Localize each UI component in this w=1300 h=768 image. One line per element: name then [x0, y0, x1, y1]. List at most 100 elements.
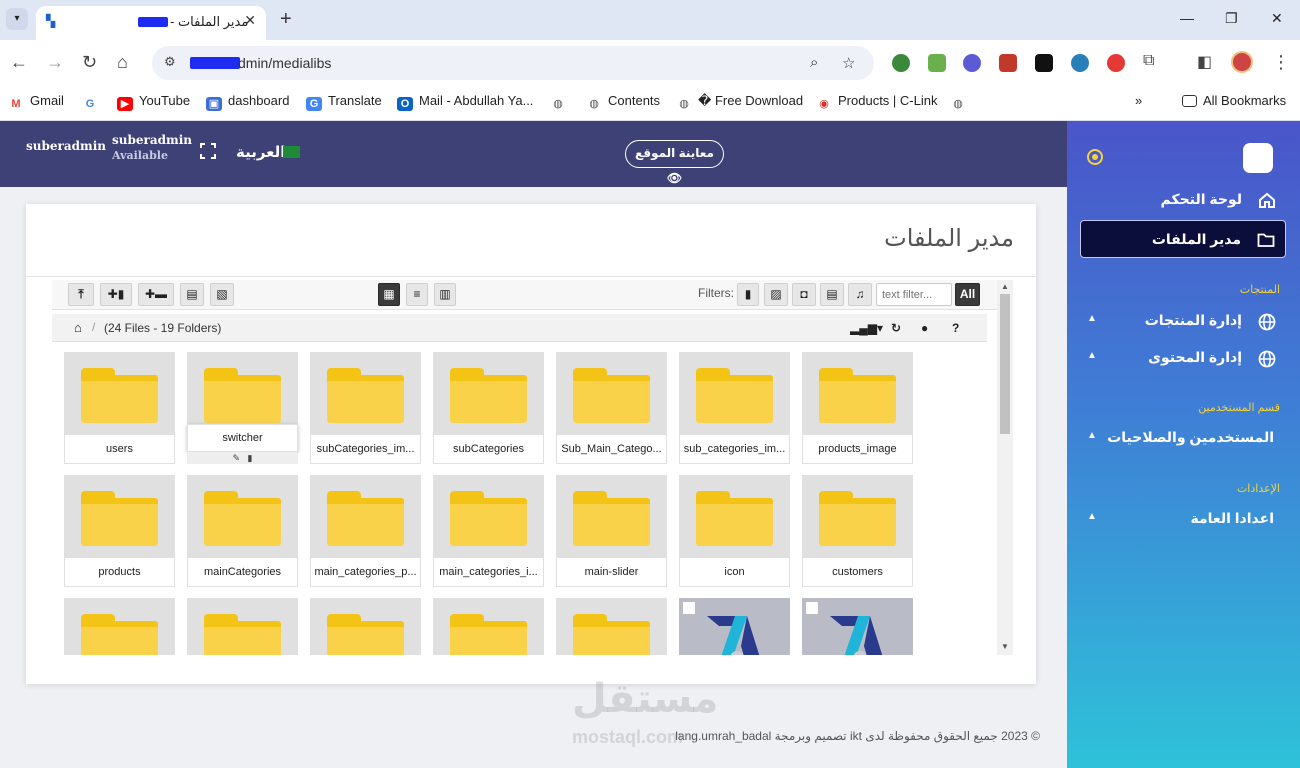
- folder-tile[interactable]: icon: [679, 475, 790, 587]
- edit-icon[interactable]: ✎: [232, 453, 240, 463]
- scrollbar-thumb[interactable]: [1000, 294, 1010, 434]
- bookmark-contents[interactable]: ◍ Contents: [586, 93, 660, 111]
- site-info-icon[interactable]: ⚙: [164, 54, 176, 70]
- extension-icon[interactable]: [1071, 54, 1089, 72]
- view-columns-button[interactable]: ▥: [434, 283, 456, 306]
- bookmark-globe[interactable]: ◍: [950, 93, 972, 111]
- extension-globe-icon[interactable]: [892, 54, 910, 72]
- all-bookmarks[interactable]: All Bookmarks: [1182, 93, 1286, 108]
- folder-tile[interactable]: [433, 598, 544, 655]
- tile-actions[interactable]: ✎ ▮: [187, 452, 298, 464]
- bookmark-star-icon[interactable]: ☆: [842, 54, 855, 72]
- profile-avatar[interactable]: [1231, 51, 1253, 73]
- zoom-icon[interactable]: ⌕: [810, 54, 818, 71]
- bookmark-translate[interactable]: G Translate: [306, 93, 382, 111]
- filter-all-button[interactable]: All: [955, 283, 980, 306]
- user-avatar[interactable]: suberadmin: [26, 139, 106, 153]
- refresh-icon[interactable]: ↻: [891, 321, 901, 335]
- home-icon[interactable]: ⌂: [74, 320, 82, 335]
- scroll-down-icon[interactable]: ▼: [1001, 642, 1009, 651]
- tab-close-icon[interactable]: ✕: [244, 12, 256, 29]
- address-bar[interactable]: ⚙ dmin/medialibs ⌕ ☆: [152, 46, 874, 80]
- folder-tile[interactable]: subCategories: [433, 352, 544, 464]
- filter-music-button[interactable]: ♫: [848, 283, 872, 306]
- upload-button[interactable]: ⤒: [68, 283, 94, 306]
- bookmark-free-download[interactable]: ◍ � Free Download: [676, 93, 803, 111]
- folder-tile[interactable]: main_categories_i...: [433, 475, 544, 587]
- extension-icon[interactable]: [1035, 54, 1053, 72]
- folder-tile[interactable]: [64, 598, 175, 655]
- view-list-button[interactable]: ≡: [406, 283, 428, 306]
- tab-search-button[interactable]: ▾: [6, 8, 28, 30]
- sort-icon[interactable]: ▂▄▆▾: [850, 321, 883, 335]
- extension-icon[interactable]: [999, 54, 1017, 72]
- sidebar-item-manage-products[interactable]: إدارة المنتجات ▲: [1081, 302, 1286, 340]
- folder-tile[interactable]: users: [64, 352, 175, 464]
- view-grid-button[interactable]: ▦: [378, 283, 400, 306]
- image-tile[interactable]: [679, 598, 790, 655]
- folder-tile[interactable]: Sub_Main_Catego...: [556, 352, 667, 464]
- folder-tile[interactable]: sub_categories_im...: [679, 352, 790, 464]
- folder-tile[interactable]: products_image: [802, 352, 913, 464]
- folder-tile[interactable]: main_categories_p...: [310, 475, 421, 587]
- bookmark-google[interactable]: G: [82, 93, 104, 111]
- extension-icon[interactable]: [963, 54, 981, 72]
- menu-kebab-icon[interactable]: ⋮: [1272, 52, 1290, 73]
- bookmarks-overflow-icon[interactable]: »: [1135, 93, 1142, 108]
- select-checkbox[interactable]: [805, 601, 819, 615]
- bookmark-products[interactable]: ◉ Products | C-Link: [816, 93, 937, 111]
- delete-icon[interactable]: ▮: [248, 453, 253, 463]
- fullscreen-icon[interactable]: [199, 142, 217, 160]
- home-icon[interactable]: ⌂: [117, 52, 128, 73]
- extensions-puzzle-icon[interactable]: ⧉: [1143, 52, 1154, 70]
- side-panel-icon[interactable]: ◧: [1197, 52, 1212, 72]
- text-filter-input[interactable]: [876, 283, 952, 306]
- restore-icon[interactable]: ❐: [1225, 10, 1238, 27]
- folder-tile[interactable]: main-slider: [556, 475, 667, 587]
- back-icon[interactable]: ←: [10, 52, 28, 73]
- language-switch[interactable]: العربية: [236, 143, 285, 161]
- folder-tile[interactable]: customers: [802, 475, 913, 587]
- preview-site-button[interactable]: معاينة الموقع 👁: [625, 140, 724, 185]
- reload-icon[interactable]: ↻: [82, 52, 97, 73]
- new-folder-button[interactable]: ✚▬: [138, 283, 174, 306]
- new-tab-icon[interactable]: +: [280, 8, 292, 31]
- filter-archives-button[interactable]: ◘: [792, 283, 816, 306]
- bookmark-gmail[interactable]: M Gmail: [8, 93, 64, 111]
- sidebar-item-dashboard[interactable]: لوحة التحكم: [1081, 181, 1286, 219]
- bookmark-globe[interactable]: ◍: [550, 93, 572, 111]
- language-globe-icon[interactable]: ●: [921, 321, 928, 335]
- sidebar-item-users-permissions[interactable]: المستخدمين والصلاحيات ▲: [1081, 419, 1286, 457]
- folder-tile[interactable]: products: [64, 475, 175, 587]
- scroll-up-icon[interactable]: ▲: [1001, 282, 1009, 291]
- filter-video-button[interactable]: ▤: [820, 283, 844, 306]
- browser-tab[interactable]: ▚ مدير الملفات - ✕: [36, 6, 266, 40]
- sidebar-toggle-icon[interactable]: [1087, 149, 1103, 165]
- extension-icon[interactable]: [1107, 54, 1125, 72]
- folder-tile[interactable]: [310, 598, 421, 655]
- image-tile[interactable]: [802, 598, 913, 655]
- minimize-icon[interactable]: —: [1180, 10, 1194, 26]
- folder-tile[interactable]: subCategories_im...: [310, 352, 421, 464]
- help-icon[interactable]: ?: [952, 321, 959, 335]
- filter-images-button[interactable]: ▨: [764, 283, 788, 306]
- new-file-button[interactable]: ✚▮: [100, 283, 132, 306]
- forward-icon[interactable]: →: [46, 52, 64, 73]
- sidebar-item-manage-content[interactable]: إدارة المحتوى ▲: [1081, 339, 1286, 377]
- sidebar-item-file-manager[interactable]: مدير الملفات: [1080, 220, 1286, 258]
- paste-button[interactable]: ▤: [180, 283, 204, 306]
- folder-tile[interactable]: switcher ✎ ▮: [187, 352, 298, 464]
- logo[interactable]: [1243, 143, 1273, 173]
- select-checkbox[interactable]: [682, 601, 696, 615]
- vertical-scrollbar[interactable]: ▲ ▼: [997, 280, 1013, 655]
- folder-tile[interactable]: mainCategories: [187, 475, 298, 587]
- filter-files-button[interactable]: ▮: [737, 283, 759, 306]
- bookmark-mail[interactable]: O Mail - Abdullah Ya...: [397, 93, 533, 111]
- folder-tile[interactable]: [556, 598, 667, 655]
- clear-clipboard-button[interactable]: ▧: [210, 283, 234, 306]
- extension-icon[interactable]: [928, 54, 946, 72]
- bookmark-youtube[interactable]: ▶ YouTube: [117, 93, 190, 111]
- bookmark-dashboard[interactable]: ▣ dashboard: [206, 93, 289, 111]
- close-window-icon[interactable]: ✕: [1271, 10, 1283, 27]
- folder-tile[interactable]: [187, 598, 298, 655]
